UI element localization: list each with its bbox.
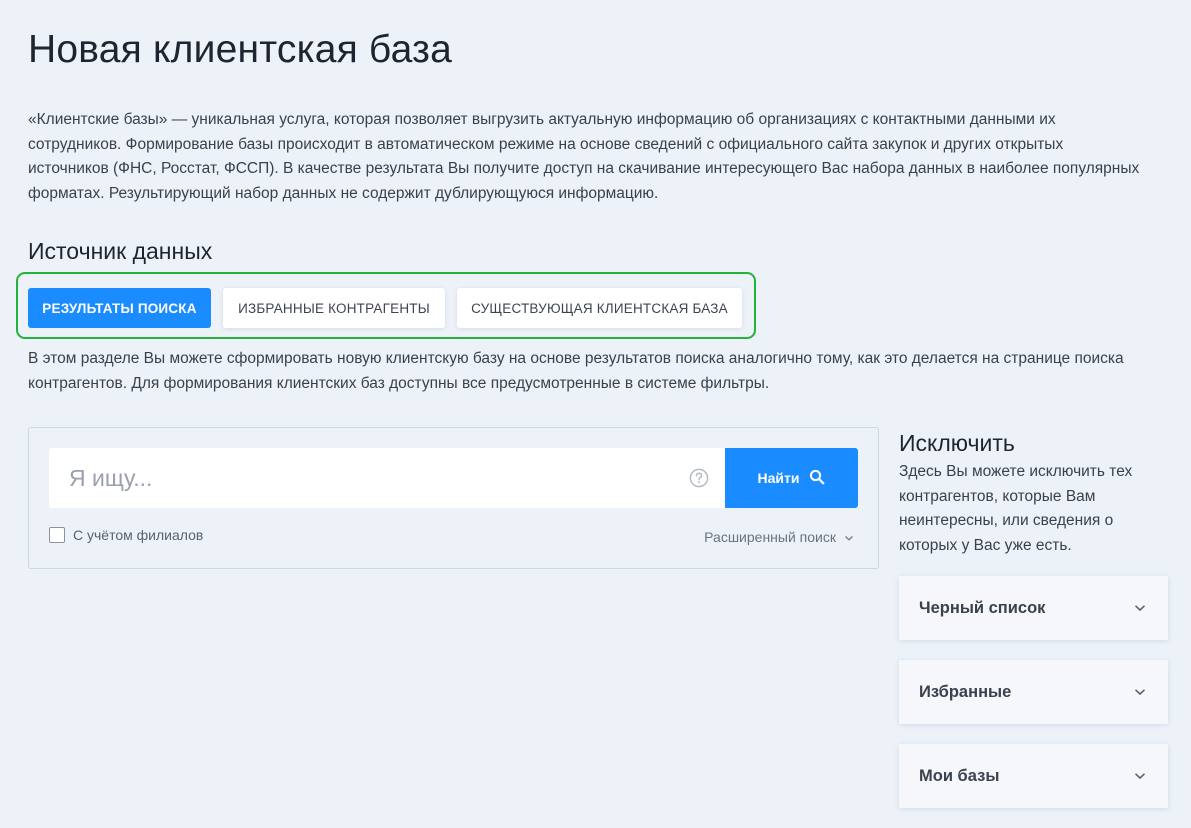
chevron-down-icon [1134, 683, 1146, 701]
accordion-label: Мои базы [919, 766, 1000, 785]
tab-existing-client-base[interactable]: Существующая клиентская база [457, 288, 742, 328]
search-button-label: Найти [757, 470, 800, 486]
checkbox-box[interactable] [49, 527, 65, 543]
search-input[interactable] [49, 448, 689, 508]
chevron-down-icon [1134, 599, 1146, 617]
search-panel: Найти С учётом филиалов Расширенный поис… [28, 427, 879, 569]
accordion-label: Избранные [919, 682, 1012, 701]
include-branches-checkbox[interactable]: С учётом филиалов [49, 527, 203, 543]
tab-search-results[interactable]: Результаты поиска [28, 288, 211, 328]
help-icon[interactable] [689, 468, 709, 488]
data-source-title: Источник данных [28, 238, 213, 264]
search-box [49, 448, 725, 508]
accordion-blacklist[interactable]: Черный список [899, 576, 1168, 640]
page: Новая клиентская база «Клиентские базы» … [0, 0, 1191, 828]
advanced-search-toggle[interactable]: Расширенный поиск [704, 529, 854, 545]
search-icon [809, 469, 825, 488]
section-description: В этом разделе Вы можете сформировать но… [28, 350, 1124, 392]
advanced-search-label: Расширенный поиск [704, 529, 836, 545]
exclude-description: Здесь Вы можете исключить тех контрагент… [899, 463, 1133, 554]
data-source-tabs: Результаты поиска Избранные контрагенты … [16, 272, 756, 339]
accordion-my-bases[interactable]: Мои базы [899, 744, 1168, 808]
include-branches-label: С учётом филиалов [73, 527, 204, 543]
page-title: Новая клиентская база [28, 28, 453, 71]
accordion-favorites[interactable]: Избранные [899, 660, 1168, 724]
accordion-label: Черный список [919, 598, 1046, 617]
chevron-down-icon [844, 529, 854, 545]
tab-favorite-counterparties[interactable]: Избранные контрагенты [223, 288, 445, 328]
exclude-title: Исключить [899, 430, 1015, 456]
intro-text: «Клиентские базы» — уникальная услуга, к… [28, 111, 1140, 202]
search-button[interactable]: Найти [725, 448, 858, 508]
chevron-down-icon [1134, 767, 1146, 785]
